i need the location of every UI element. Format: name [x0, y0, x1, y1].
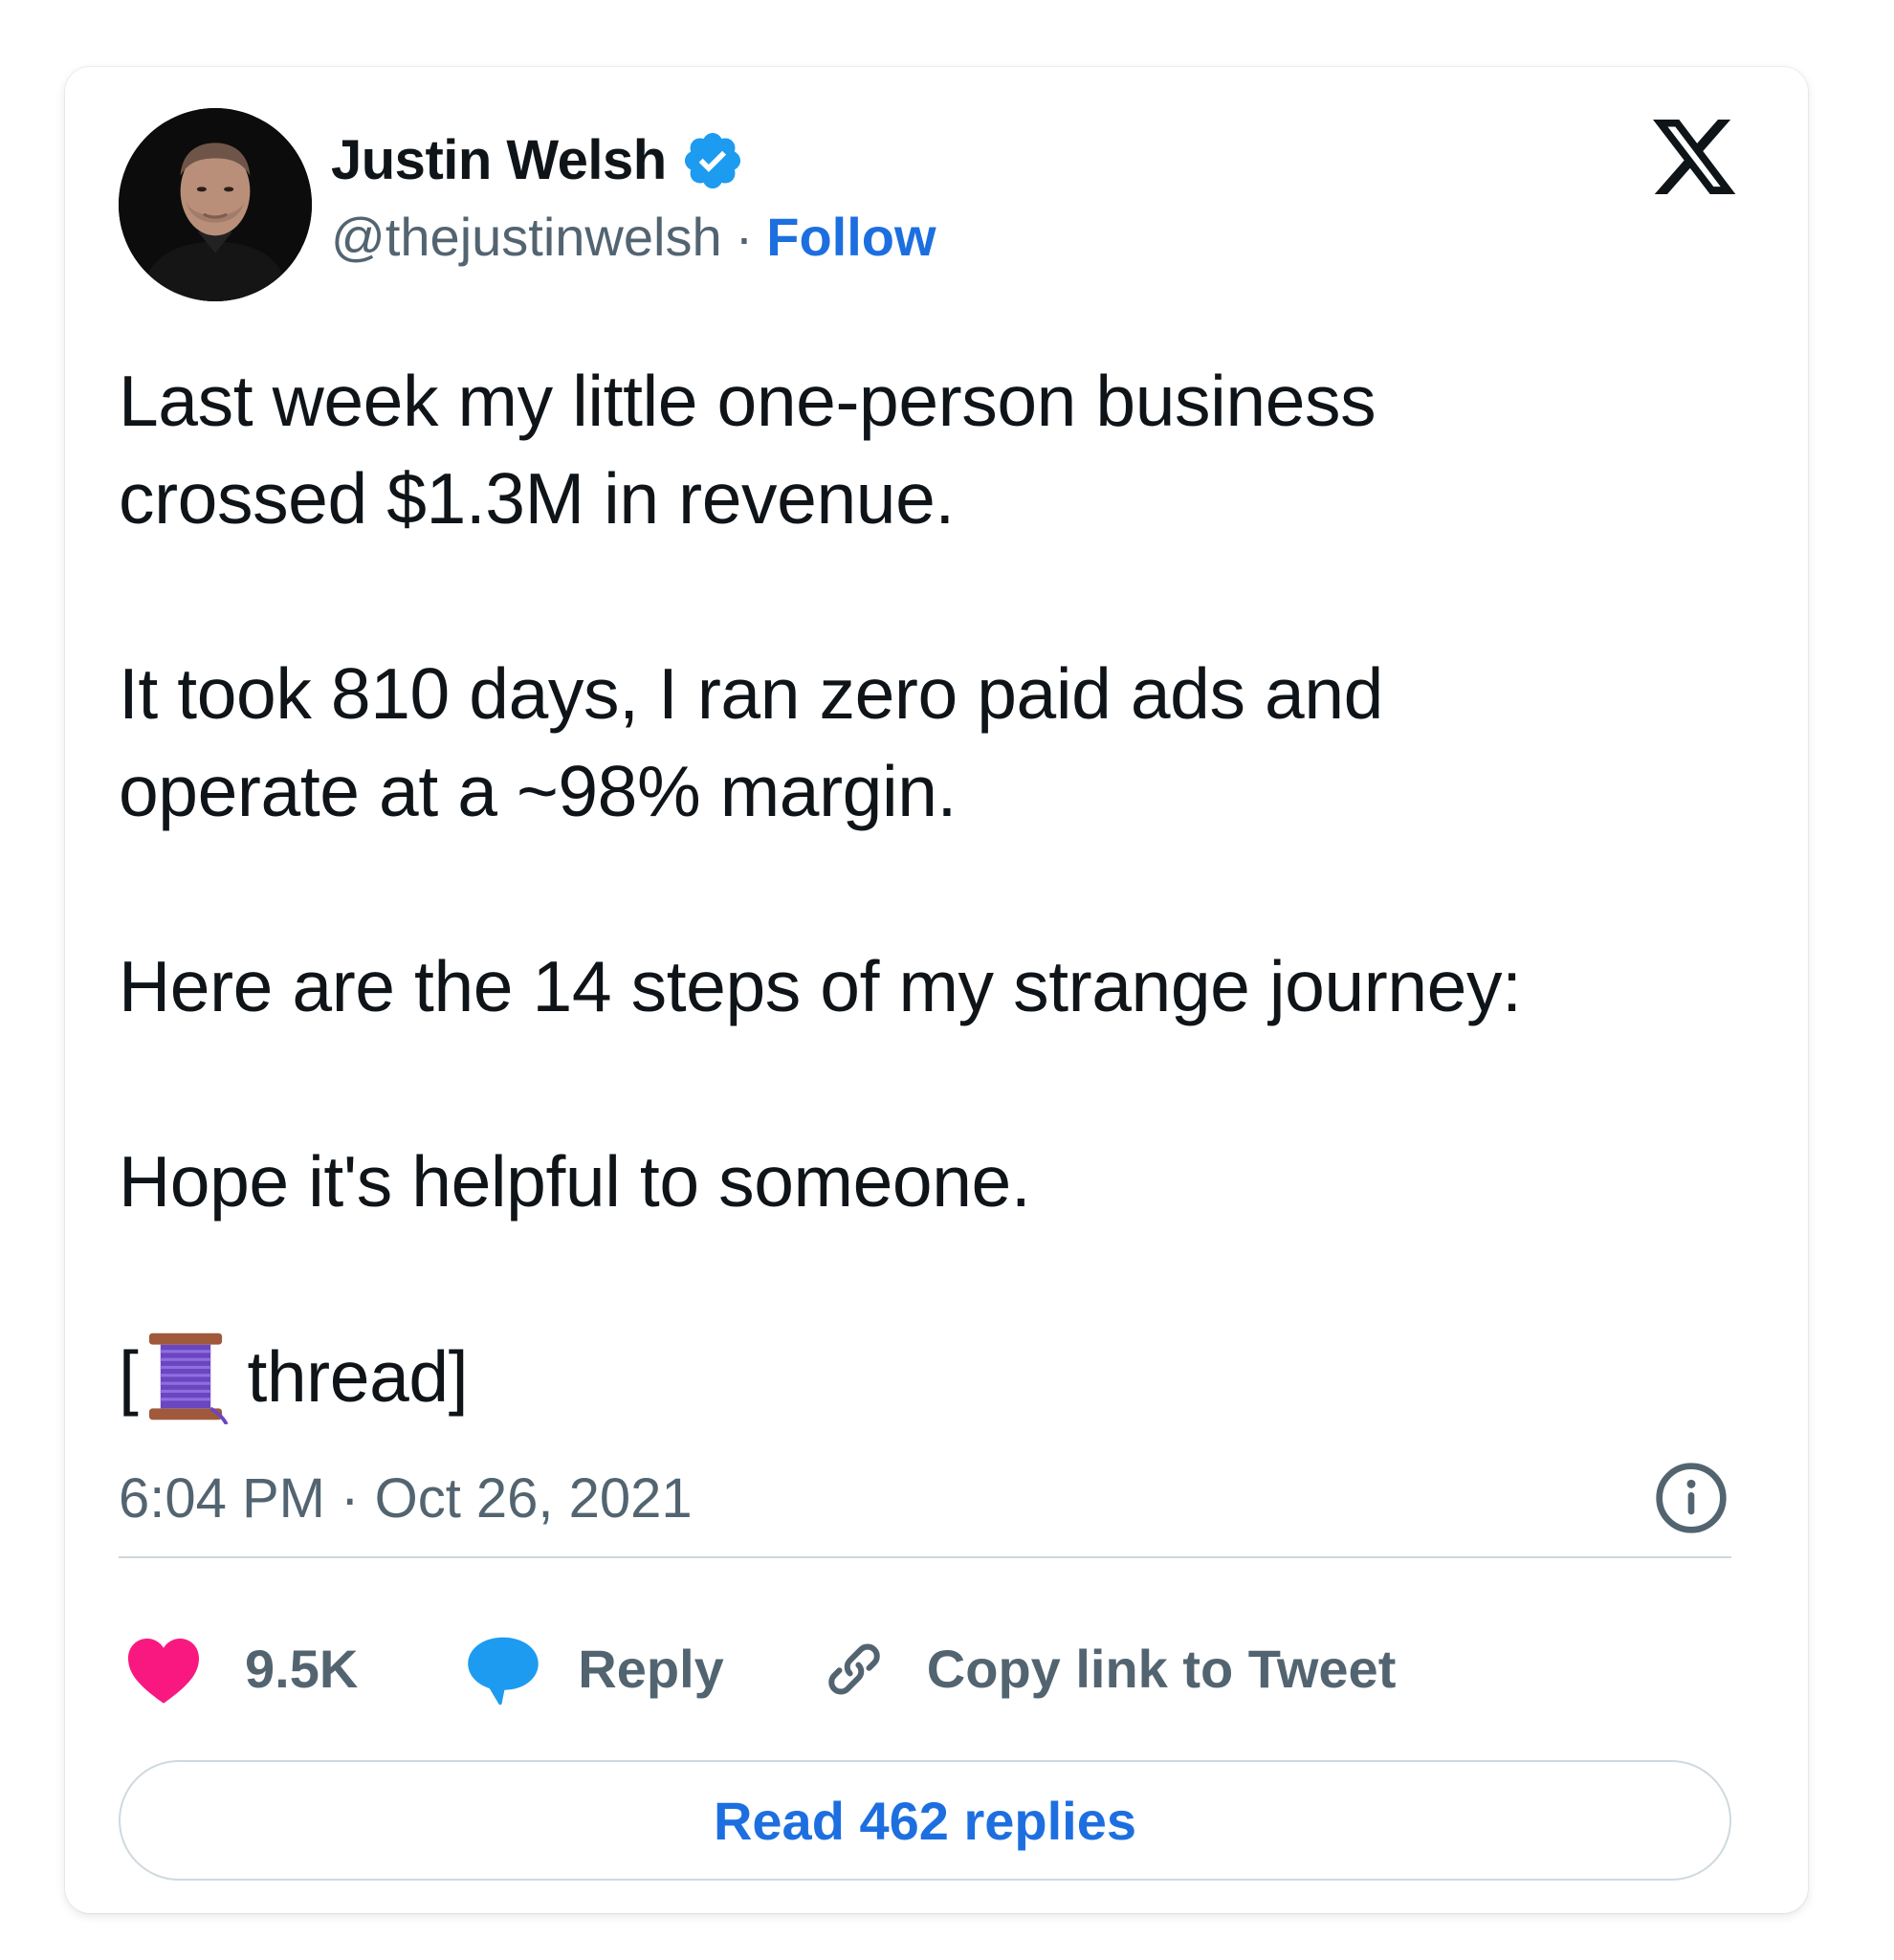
tweet-actions: 9.5K Reply Copy link to Tweet	[119, 1617, 1396, 1722]
read-replies-label: Read 462 replies	[713, 1790, 1137, 1851]
thread-marker: [ thread]	[119, 1328, 1745, 1425]
heart-icon	[128, 1639, 199, 1704]
timestamp-separator: ·	[341, 1467, 360, 1530]
divider	[119, 1556, 1731, 1558]
copy-link-button[interactable]: Copy link to Tweet	[724, 1633, 1397, 1706]
tweet-card: Justin Welsh @thejustinwelsh · Follow La…	[65, 67, 1808, 1913]
read-replies-button[interactable]: Read 462 replies	[119, 1760, 1731, 1881]
author-handle[interactable]: @thejustinwelsh	[331, 210, 722, 264]
tweet-time: 6:04 PM	[119, 1467, 325, 1530]
like-button[interactable]: 9.5K	[119, 1634, 358, 1705]
tweet-line: crossed $1.3M in revenue.	[119, 458, 955, 539]
follow-button[interactable]: Follow	[766, 210, 936, 264]
speech-bubble-icon	[468, 1637, 540, 1706]
like-count: 9.5K	[245, 1639, 359, 1699]
tweet-timestamp[interactable]: 6:04 PM · Oct 26, 2021	[119, 1471, 693, 1527]
author-handle-row: @thejustinwelsh · Follow	[331, 210, 936, 264]
author-name[interactable]: Justin Welsh	[331, 133, 667, 188]
tweet-line: It took 810 days, I ran zero paid ads an…	[119, 653, 1383, 734]
thread-bracket-open: [	[119, 1336, 139, 1417]
handle-separator: ·	[735, 207, 754, 267]
tweet-date: Oct 26, 2021	[374, 1467, 693, 1530]
author-name-row: Justin Welsh	[331, 124, 745, 197]
verified-badge-icon	[684, 132, 740, 189]
reply-button[interactable]: Reply	[358, 1629, 724, 1709]
tweet-line: Last week my little one-person business	[119, 361, 1376, 441]
link-icon	[828, 1643, 880, 1695]
tweet-text: Last week my little one-person business …	[119, 352, 1745, 1425]
reply-label: Reply	[578, 1639, 724, 1699]
thread-label: thread]	[247, 1336, 469, 1417]
tweet-line: Here are the 14 steps of my strange jour…	[119, 946, 1522, 1026]
tweet-line: Hope it's helpful to someone.	[119, 1141, 1031, 1222]
tweet-line: operate at a ~98% margin.	[119, 751, 957, 831]
avatar[interactable]	[119, 108, 312, 301]
info-icon[interactable]	[1653, 1460, 1729, 1536]
x-logo-icon[interactable]	[1648, 111, 1740, 203]
spool-of-thread-icon	[149, 1332, 229, 1424]
copy-link-label: Copy link to Tweet	[926, 1639, 1397, 1699]
